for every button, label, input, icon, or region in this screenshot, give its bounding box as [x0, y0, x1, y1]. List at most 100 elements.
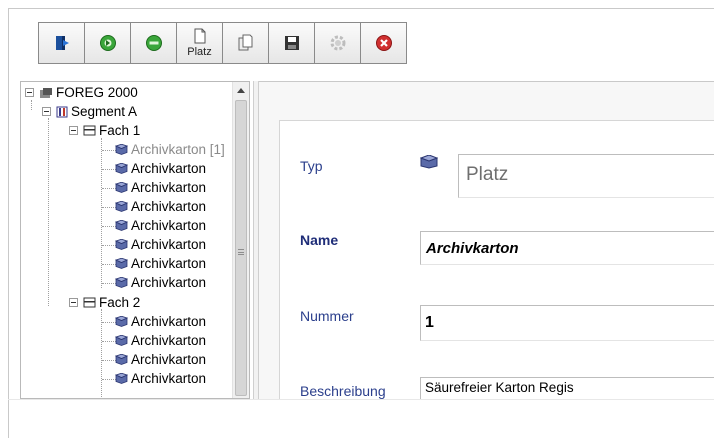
add-green-icon — [99, 34, 117, 52]
tree-line — [102, 341, 116, 342]
collapse-toggle[interactable] — [25, 88, 34, 97]
archive-box-icon — [115, 258, 128, 269]
archive-box-icon — [115, 335, 128, 346]
collapse-toggle[interactable] — [69, 126, 78, 135]
tree-node-archivkarton[interactable]: Archivkarton — [115, 312, 206, 331]
typ-label: Typ — [300, 158, 323, 174]
tree-node-archivkarton[interactable]: Archivkarton — [115, 254, 206, 273]
name-field[interactable]: Archivkarton — [420, 231, 714, 265]
archive-box-icon — [115, 182, 128, 193]
tree-line — [102, 379, 116, 380]
cancel-red-icon — [375, 34, 393, 52]
archive-box-icon — [115, 144, 128, 155]
copy-button[interactable] — [222, 22, 269, 64]
tree-node-archivkarton[interactable]: Archivkarton — [115, 216, 206, 235]
scrollbar-thumb[interactable] — [235, 100, 247, 396]
tree-line — [102, 322, 116, 323]
typ-value: Platz — [466, 164, 509, 185]
tree-node-root[interactable]: FOREG 2000 — [25, 83, 138, 102]
tree-node-archivkarton[interactable]: Archivkarton — [115, 197, 206, 216]
new-place-icon — [192, 28, 208, 46]
tree-label-fach-2: Fach 2 — [99, 295, 141, 310]
tree-label-archivkarton: Archivkarton — [131, 352, 207, 367]
tree-line — [101, 138, 102, 288]
tree-line — [102, 245, 116, 246]
nummer-value: 1 — [425, 314, 434, 331]
collapse-toggle[interactable] — [42, 107, 51, 116]
archive-box-icon — [115, 277, 128, 288]
archive-box-icon — [115, 316, 128, 327]
tree-line — [102, 226, 116, 227]
shelf-icon — [83, 297, 96, 308]
tree-node-archivkarton[interactable]: Archivkarton — [115, 369, 206, 388]
tree-line — [102, 360, 116, 361]
nummer-label: Nummer — [300, 308, 354, 324]
tree-label-archivkarton: Archivkarton — [131, 256, 207, 271]
tree-view[interactable]: FOREG 2000 Segment A Fach 1 Fach 2 Archi… — [20, 81, 250, 399]
remove-button[interactable] — [130, 22, 177, 64]
tree-node-archivkarton[interactable]: Archivkarton — [115, 350, 206, 369]
tree-node-fach-2[interactable]: Fach 2 — [69, 293, 140, 312]
tree-label-archivkarton: Archivkarton — [131, 180, 207, 195]
tree-node-archivkarton[interactable]: Archivkarton [1] — [115, 140, 225, 159]
tree-label-fach-1: Fach 1 — [99, 123, 141, 138]
tree-node-archivkarton[interactable]: Archivkarton — [115, 331, 206, 350]
beschreibung-label: Beschreibung — [300, 383, 386, 399]
segment-icon — [56, 106, 68, 118]
tree-line — [102, 188, 116, 189]
tree-line — [102, 207, 116, 208]
add-button[interactable] — [84, 22, 131, 64]
beschreibung-value: Säurefreier Karton Regis — [425, 380, 574, 395]
detail-panel: Typ Platz Name Archivkarton Nummer 1 Bes… — [259, 81, 714, 399]
archive-box-icon — [115, 201, 128, 212]
tree-node-archivkarton[interactable]: Archivkarton — [115, 159, 206, 178]
tree-node-archivkarton[interactable]: Archivkarton — [115, 273, 206, 292]
settings-button[interactable] — [314, 22, 361, 64]
tree-label-archivkarton: Archivkarton — [131, 333, 207, 348]
archive-box-icon — [115, 163, 128, 174]
tree-label-archivkarton: Archivkarton [1] — [131, 142, 225, 157]
tree-label-archivkarton: Archivkarton — [131, 314, 207, 329]
new-place-button[interactable]: Platz — [176, 22, 223, 64]
copy-icon — [237, 34, 255, 52]
save-icon — [284, 35, 300, 51]
tree-label-archivkarton: Archivkarton — [131, 199, 207, 214]
tree-node-segment[interactable]: Segment A — [42, 102, 137, 121]
typ-field[interactable]: Platz — [458, 154, 714, 198]
detail-form: Typ Platz Name Archivkarton Nummer 1 Bes… — [279, 120, 714, 399]
new-place-label: Platz — [187, 46, 212, 58]
settings-gear-icon — [329, 34, 347, 52]
tree-label-archivkarton: Archivkarton — [131, 161, 207, 176]
name-value: Archivkarton — [426, 240, 519, 257]
collapse-toggle[interactable] — [69, 298, 78, 307]
name-label: Name — [300, 232, 339, 248]
tree-label-archivkarton: Archivkarton — [131, 275, 207, 290]
tree-label-archivkarton: Archivkarton — [131, 371, 207, 386]
tree-label-archivkarton: Archivkarton — [131, 237, 207, 252]
tree-node-archivkarton[interactable]: Archivkarton — [115, 178, 206, 197]
tree-line — [48, 118, 49, 306]
archive-box-icon — [115, 220, 128, 231]
save-button[interactable] — [268, 22, 315, 64]
tree-label-archivkarton: Archivkarton — [131, 218, 207, 233]
tree-node-archivkarton[interactable]: Archivkarton — [115, 235, 206, 254]
archive-box-icon — [115, 239, 128, 250]
beschreibung-field[interactable]: Säurefreier Karton Regis — [420, 377, 714, 399]
database-icon — [39, 87, 53, 99]
nummer-field[interactable]: 1 — [420, 305, 714, 341]
scroll-up-arrow-icon[interactable] — [237, 88, 245, 93]
panel-bottom-divider — [8, 399, 714, 400]
cancel-button[interactable] — [360, 22, 407, 64]
tree-line — [102, 264, 116, 265]
tree-node-fach-1[interactable]: Fach 1 — [69, 121, 140, 140]
remove-green-icon — [145, 34, 163, 52]
exit-door-icon — [53, 34, 71, 52]
exit-button[interactable] — [38, 22, 85, 64]
grip-icon — [238, 249, 244, 255]
tree-line — [102, 169, 116, 170]
tree-line — [102, 283, 116, 284]
tree-scrollbar[interactable] — [232, 82, 249, 398]
tree-line — [102, 150, 116, 151]
archive-box-icon — [419, 154, 439, 172]
archive-box-icon — [115, 354, 128, 365]
